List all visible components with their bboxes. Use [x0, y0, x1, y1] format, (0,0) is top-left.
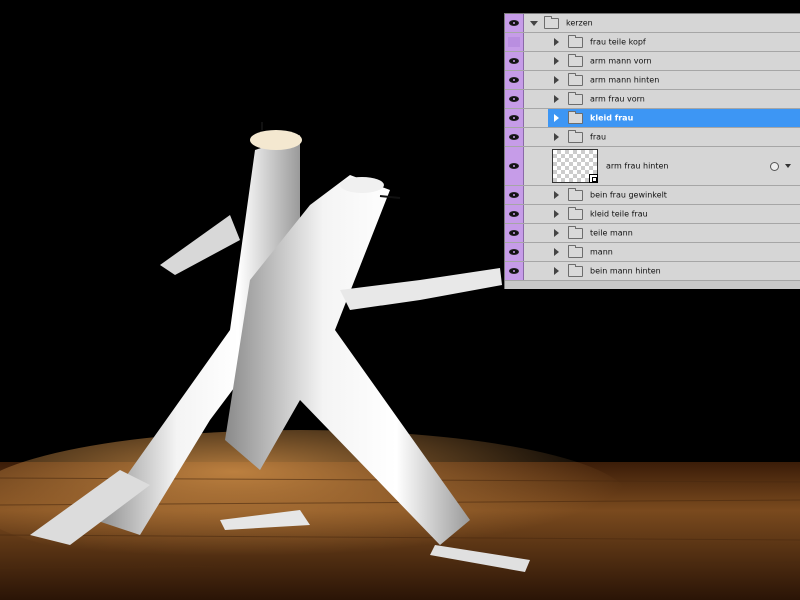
visibility-toggle[interactable]: [505, 262, 524, 280]
layer-indent: [524, 243, 548, 261]
layer-style-icon[interactable]: [770, 162, 779, 171]
visibility-toggle[interactable]: [505, 205, 524, 223]
folder-icon: [568, 226, 583, 239]
expand-triangle-icon[interactable]: [554, 248, 559, 256]
visibility-toggle[interactable]: [505, 243, 524, 261]
layer-indent: [524, 147, 548, 185]
expand-triangle-icon[interactable]: [554, 133, 559, 141]
visibility-toggle[interactable]: [505, 147, 524, 185]
eye-icon: [509, 192, 519, 198]
layer-row[interactable]: arm mann hinten: [505, 71, 800, 90]
layer-indent: [524, 205, 548, 223]
layer-row[interactable]: bein frau gewinkelt: [505, 186, 800, 205]
folder-icon: [568, 188, 583, 201]
layer-row[interactable]: arm frau vorn: [505, 90, 800, 109]
layer-name: arm mann vorn: [590, 56, 652, 66]
layer-name: frau teile kopf: [590, 37, 646, 47]
visibility-toggle[interactable]: [505, 33, 524, 51]
visibility-toggle[interactable]: [505, 186, 524, 204]
layer-indent: [524, 128, 548, 146]
smart-object-icon: [589, 174, 598, 183]
eye-icon: [509, 249, 519, 255]
layer-indent: [524, 33, 548, 51]
layer-name: mann: [590, 247, 613, 257]
layer-row[interactable]: arm frau hinten: [505, 147, 800, 186]
layer-indent: [524, 71, 548, 89]
eye-icon: [509, 20, 519, 26]
folder-icon: [568, 111, 583, 124]
layer-name: bein frau gewinkelt: [590, 190, 667, 200]
eye-icon: [509, 230, 519, 236]
layer-indent: [524, 186, 548, 204]
eye-icon: [509, 96, 519, 102]
visibility-toggle[interactable]: [505, 52, 524, 70]
expand-triangle-icon[interactable]: [554, 95, 559, 103]
layer-indent: [524, 262, 548, 280]
visibility-toggle[interactable]: [505, 128, 524, 146]
folder-icon: [568, 207, 583, 220]
folder-icon: [568, 264, 583, 277]
layer-name: arm frau hinten: [606, 161, 669, 171]
expand-triangle-icon[interactable]: [554, 57, 559, 65]
layer-row[interactable]: teile mann: [505, 224, 800, 243]
layer-indent: [524, 52, 548, 70]
eye-icon: [509, 134, 519, 140]
layer-indent: [524, 224, 548, 242]
layer-name: bein mann hinten: [590, 266, 661, 276]
layer-name: teile mann: [590, 228, 633, 238]
layer-indent: [524, 109, 548, 127]
visibility-toggle[interactable]: [505, 109, 524, 127]
expand-triangle-icon[interactable]: [554, 114, 559, 122]
layer-name: kleid teile frau: [590, 209, 648, 219]
layer-row[interactable]: kleid teile frau: [505, 205, 800, 224]
layer-row[interactable]: frau teile kopf: [505, 33, 800, 52]
layer-name: kleid frau: [590, 113, 634, 123]
folder-icon: [568, 130, 583, 143]
expand-triangle-icon[interactable]: [554, 76, 559, 84]
expand-triangle-icon[interactable]: [554, 38, 559, 46]
visibility-toggle[interactable]: [505, 90, 524, 108]
layer-name: frau: [590, 132, 607, 142]
folder-icon: [568, 73, 583, 86]
eye-icon: [509, 268, 519, 274]
expand-triangle-icon[interactable]: [554, 191, 559, 199]
folder-icon: [568, 35, 583, 48]
layers-panel[interactable]: kerzen frau teile kopf arm mann vorn arm ma…: [504, 13, 800, 289]
eye-icon: [509, 77, 519, 83]
folder-icon: [568, 54, 583, 67]
layer-name: arm frau vorn: [590, 94, 645, 104]
layer-indent: [524, 90, 548, 108]
visibility-toggle[interactable]: [505, 71, 524, 89]
expand-triangle-icon[interactable]: [554, 210, 559, 218]
expand-effects-icon[interactable]: [785, 164, 791, 168]
hidden-visibility-icon: [508, 37, 520, 47]
expand-triangle-open-icon[interactable]: [530, 21, 538, 26]
folder-icon: [568, 245, 583, 258]
visibility-toggle[interactable]: [505, 224, 524, 242]
layer-row[interactable]: arm mann vorn: [505, 52, 800, 71]
expand-triangle-icon[interactable]: [554, 229, 559, 237]
layer-row[interactable]: kerzen: [505, 14, 800, 33]
layer-row[interactable]: kleid frau: [505, 109, 800, 128]
expand-triangle-icon[interactable]: [554, 267, 559, 275]
folder-icon: [544, 16, 559, 29]
layer-row[interactable]: mann: [505, 243, 800, 262]
layer-name: kerzen: [566, 18, 593, 28]
layer-row[interactable]: frau: [505, 128, 800, 147]
eye-icon: [509, 211, 519, 217]
layer-name: arm mann hinten: [590, 75, 660, 85]
layer-thumbnail: [552, 149, 598, 183]
eye-icon: [509, 163, 519, 169]
visibility-toggle[interactable]: [505, 14, 524, 32]
eye-icon: [509, 58, 519, 64]
eye-icon: [509, 115, 519, 121]
layer-row[interactable]: bein mann hinten: [505, 262, 800, 281]
folder-icon: [568, 92, 583, 105]
